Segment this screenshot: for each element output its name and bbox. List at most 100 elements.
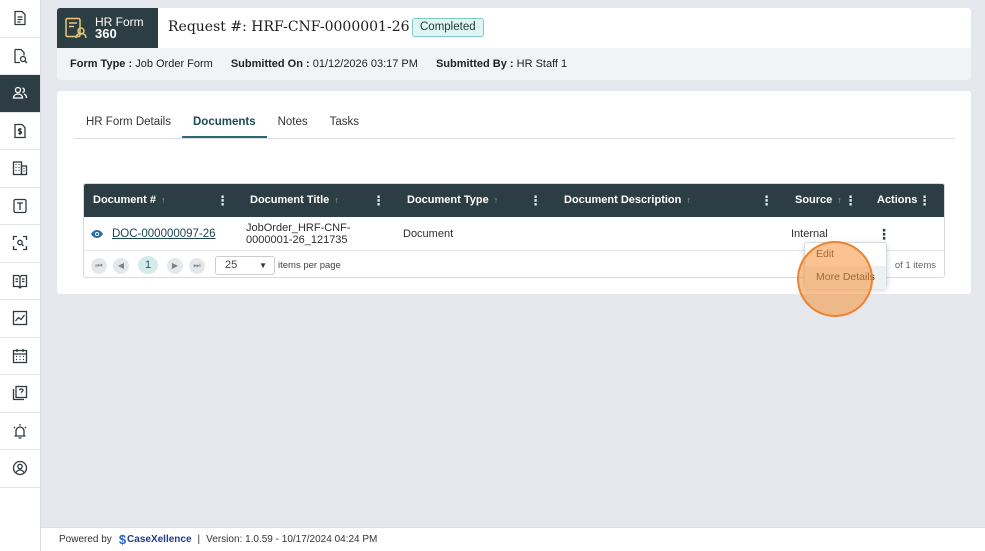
- item-count: of 1 items: [894, 260, 936, 271]
- sidebar-item-reports[interactable]: [0, 300, 40, 338]
- casexellence-logo: $ CaseXellence: [119, 532, 192, 547]
- footer: Powered by $ CaseXellence | Version: 1.0.…: [41, 527, 985, 551]
- sidebar: [0, 0, 41, 551]
- sidebar-item-billing[interactable]: [0, 113, 40, 150]
- tab-hr-form-details[interactable]: HR Form Details: [75, 107, 182, 138]
- request-header: HR Form 360 Request #: HRF-CNF-0000001-2…: [57, 8, 971, 80]
- next-page-icon[interactable]: ▶: [167, 258, 183, 274]
- last-page-icon[interactable]: ⏭: [189, 258, 205, 274]
- column-document-description-label: Document Description: [564, 194, 682, 206]
- sort-arrow-icon: ↑: [334, 195, 339, 205]
- footer-separator: |: [197, 534, 201, 545]
- column-document-type[interactable]: Document Type ↑ ⋮: [407, 184, 542, 217]
- sidebar-item-profile[interactable]: [0, 450, 40, 488]
- sidebar-item-users[interactable]: [0, 75, 40, 113]
- request-prefix: Request #:: [168, 19, 247, 35]
- book-icon: [12, 274, 28, 289]
- building-icon: [12, 161, 28, 176]
- submitted-on-label: Submitted On :: [230, 58, 310, 70]
- menu-item-edit[interactable]: Edit: [805, 243, 886, 266]
- brand-text: HR Form 360: [95, 16, 144, 40]
- version-text: Version: 1.0.59 - 10/17/2024 04:24 PM: [206, 534, 378, 545]
- form-type-value: Job Order Form: [135, 58, 213, 70]
- status-badge: Completed: [412, 18, 484, 37]
- column-document-type-label: Document Type: [407, 194, 489, 206]
- text-template-icon: [13, 198, 27, 213]
- view-eye-icon[interactable]: [90, 229, 104, 239]
- hr-form-logo-icon: [65, 17, 87, 39]
- first-page-icon[interactable]: ⏮: [91, 258, 107, 274]
- column-actions[interactable]: Actions ⋮: [877, 184, 931, 217]
- submitted-on: Submitted On : 01/12/2026 03:17 PM: [231, 58, 418, 70]
- column-menu-icon[interactable]: ⋮: [529, 184, 542, 217]
- submitted-by-label: Submitted By :: [435, 58, 514, 70]
- column-document-title[interactable]: Document Title ↑ ⋮: [250, 184, 385, 217]
- user-circle-icon: [12, 461, 28, 476]
- sidebar-item-help[interactable]: [0, 375, 40, 413]
- document-title-line-1: JobOrder_HRF-CNF-: [246, 222, 351, 234]
- chevron-down-icon: ▼: [259, 261, 267, 270]
- request-id: HRF-CNF-0000001-26: [251, 19, 410, 35]
- sort-arrow-icon: ↑: [493, 195, 499, 205]
- row-actions-menu-icon[interactable]: ⋮: [877, 226, 891, 243]
- column-menu-icon[interactable]: ⋮: [372, 184, 385, 217]
- calendar-icon: [12, 348, 28, 363]
- column-actions-label: Actions: [877, 194, 918, 206]
- header-top-bar: HR Form 360 Request #: HRF-CNF-0000001-2…: [57, 8, 971, 48]
- form-type-label: Form Type :: [70, 58, 133, 70]
- logo-mark-icon: $: [118, 532, 127, 547]
- menu-item-more-details[interactable]: More Details: [805, 266, 886, 289]
- page-size-select[interactable]: 25 ▼: [215, 256, 275, 275]
- dollar-document-icon: [14, 123, 26, 138]
- sidebar-item-scan[interactable]: [0, 225, 40, 263]
- brand-line-2: 360: [95, 26, 117, 41]
- tab-notes[interactable]: Notes: [267, 107, 319, 138]
- document-title-line-2: 0000001-26_121735: [246, 234, 348, 246]
- tab-documents[interactable]: Documents: [181, 107, 267, 138]
- cell-document-type: Document: [403, 228, 454, 240]
- submitted-on-value: 01/12/2026 03:17 PM: [312, 58, 418, 70]
- app-brand[interactable]: HR Form 360: [57, 8, 158, 48]
- submitted-by-value: HR Staff 1: [516, 58, 568, 70]
- tab-bar: HR Form Details Documents Notes Tasks: [75, 107, 955, 139]
- sidebar-item-organization[interactable]: [0, 150, 40, 188]
- logo-text: CaseXellence: [127, 534, 192, 545]
- column-source-label: Source: [795, 194, 833, 206]
- page-title: Request #: HRF-CNF-0000001-26: [168, 19, 410, 35]
- column-document-description[interactable]: Document Description ↑ ⋮: [564, 184, 773, 217]
- sidebar-item-documents[interactable]: [0, 0, 40, 38]
- sidebar-item-alerts[interactable]: [0, 413, 40, 450]
- sidebar-item-calendar[interactable]: [0, 338, 40, 375]
- page-size-value: 25: [225, 259, 238, 271]
- document-icon: [14, 11, 26, 26]
- column-document-number-label: Document #: [93, 194, 156, 206]
- scan-icon: [12, 236, 28, 251]
- cell-document-number: DOC-000000097-26: [90, 217, 216, 251]
- column-menu-icon[interactable]: ⋮: [760, 184, 773, 217]
- prev-page-icon[interactable]: ◀: [113, 258, 129, 274]
- sidebar-item-templates[interactable]: [0, 188, 40, 225]
- column-source[interactable]: Source ↑ ⋮: [795, 184, 857, 217]
- column-document-number[interactable]: Document # ↑ ⋮: [93, 184, 229, 217]
- chart-icon: [12, 311, 28, 326]
- form-type: Form Type : Job Order Form: [70, 58, 213, 70]
- sort-arrow-icon: ↑: [686, 195, 691, 205]
- grid-header: Document # ↑ ⋮ Document Title ↑ ⋮ Document…: [84, 184, 944, 217]
- column-menu-icon[interactable]: ⋮: [216, 184, 229, 217]
- row-action-menu: Edit More Details: [804, 242, 887, 289]
- sidebar-item-library[interactable]: [0, 263, 40, 300]
- request-meta: Form Type : Job Order Form Submitted On …: [70, 58, 567, 70]
- page-number-current[interactable]: 1: [138, 256, 158, 274]
- column-menu-icon[interactable]: ⋮: [918, 184, 931, 217]
- powered-by-label: Powered by: [59, 534, 112, 545]
- sidebar-item-document-search[interactable]: [0, 38, 40, 75]
- help-document-icon: [12, 386, 28, 401]
- sort-arrow-icon: ↑: [837, 195, 842, 205]
- per-page-label: items per page: [278, 260, 341, 271]
- tab-tasks[interactable]: Tasks: [319, 107, 370, 138]
- document-number-link[interactable]: DOC-000000097-26: [112, 228, 216, 240]
- column-document-title-label: Document Title: [250, 194, 330, 206]
- column-menu-icon[interactable]: ⋮: [844, 184, 857, 217]
- submitted-by: Submitted By : HR Staff 1: [436, 58, 567, 70]
- users-icon: [12, 87, 28, 99]
